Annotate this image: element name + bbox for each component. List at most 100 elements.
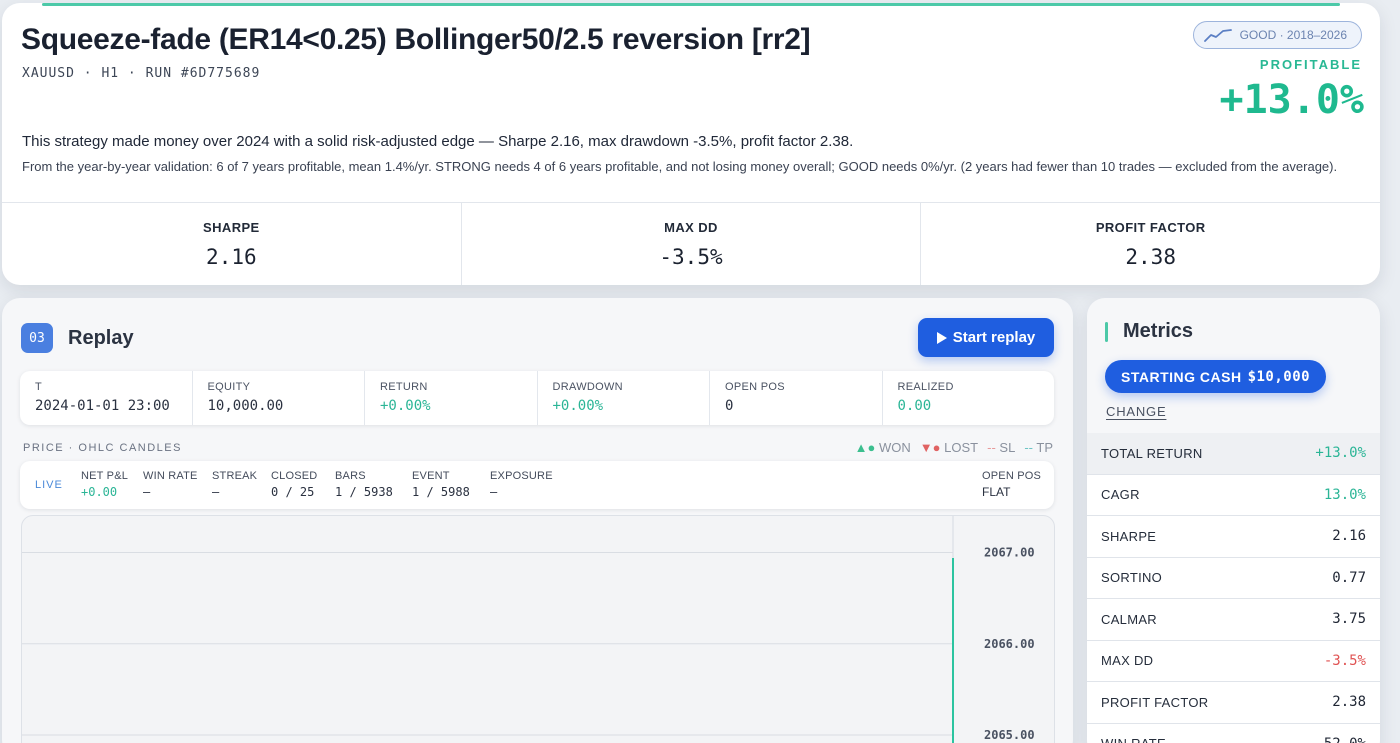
stat-label: T (35, 381, 43, 393)
strategy-summary-text: This strategy made money over 2024 with … (22, 133, 854, 150)
starting-cash-value: $10,000 (1247, 368, 1311, 385)
metric-value: 52.0% (1324, 736, 1366, 743)
y-tick-label: 2067.00 (984, 546, 1035, 560)
stat-label: REALIZED (897, 381, 954, 393)
metrics-table: TOTAL RETURN +13.0% CAGR 13.0% SHARPE 2.16 SOR… (1087, 433, 1380, 743)
stat-value: 10,000.00 (207, 398, 284, 414)
live-value: FLAT (982, 485, 1011, 499)
stat-value: +0.00% (380, 398, 431, 414)
metric-label: PROFIT FACTOR (1101, 694, 1209, 710)
live-bars: BARS 1 / 5938 (335, 470, 393, 499)
live-stats-bar: LIVE NET P&L +0.00 WIN RATE — STREAK — C… (20, 461, 1054, 509)
kpi-label: PROFIT FACTOR (1095, 219, 1206, 235)
metric-value: -3.5% (1323, 652, 1366, 669)
stat-time: T 2024-01-01 23:00 (20, 371, 193, 425)
legend-sl-label: SL (999, 440, 1016, 455)
strategy-summary-card: Squeeze-fade (ER14<0.25) Bollinger50/2.5… (2, 3, 1380, 285)
live-label: WIN RATE (143, 470, 198, 482)
starting-cash-label: STARTING CASH (1121, 368, 1242, 385)
legend-won: ▲● WON (855, 440, 911, 455)
metric-row: SHARPE 2.16 (1087, 516, 1380, 558)
live-value: — (143, 485, 151, 499)
stat-drawdown: DRAWDOWN +0.00% (538, 371, 710, 425)
live-label: STREAK (212, 470, 258, 482)
live-label: NET P&L (81, 470, 129, 482)
live-value: +0.00 (81, 485, 118, 499)
metric-value: 3.75 (1332, 611, 1366, 628)
kpi-label: SHARPE (203, 219, 260, 235)
price-chart[interactable]: 2067.00 2066.00 2065.00 (21, 515, 1055, 743)
kpi-sharpe: SHARPE 2.16 (2, 203, 462, 285)
sl-dash-icon: -- (987, 440, 996, 455)
accent-line (42, 3, 1340, 6)
live-value: 0 / 25 (271, 485, 315, 499)
metric-label: SORTINO (1101, 570, 1163, 586)
y-tick-label: 2065.00 (984, 728, 1035, 742)
change-cash-link[interactable]: CHANGE (1106, 404, 1166, 419)
chart-label: PRICE · OHLC CANDLES (23, 442, 182, 454)
live-label: EXPOSURE (490, 470, 553, 482)
play-icon (936, 331, 947, 344)
profit-status: PROFITABLE (1259, 57, 1362, 72)
stat-value: 0 (725, 398, 734, 414)
live-label: BARS (335, 470, 366, 482)
starting-cash-button[interactable]: STARTING CASH $10,000 (1105, 360, 1327, 393)
metric-value: 0.77 (1332, 569, 1366, 586)
stat-label: DRAWDOWN (552, 381, 623, 393)
metric-row: SORTINO 0.77 (1087, 557, 1380, 599)
metric-label: WIN RATE (1101, 736, 1166, 743)
kpi-label: MAX DD (664, 219, 718, 235)
live-label: CLOSED (271, 470, 318, 482)
live-exposure: EXPOSURE — (490, 470, 553, 499)
tp-dash-icon: -- (1024, 440, 1033, 455)
metric-value: 13.0% (1323, 486, 1366, 503)
stat-label: EQUITY (207, 381, 251, 393)
stat-open-pos: OPEN POS 0 (710, 371, 883, 425)
live-label: OPEN POS (982, 470, 1042, 482)
trend-line-icon (1203, 29, 1232, 42)
price-chart-svg: 2067.00 2066.00 2065.00 (22, 516, 1035, 743)
live-tag: LIVE (35, 479, 63, 491)
metric-row: CALMAR 3.75 (1087, 599, 1380, 641)
live-win-rate: WIN RATE — (143, 470, 198, 499)
live-value: — (490, 485, 498, 499)
rating-badge-label: GOOD · 2018–2026 (1239, 28, 1347, 42)
metrics-panel: Metrics STARTING CASH $10,000 CHANGE TOT… (1087, 298, 1380, 743)
metric-row: MAX DD -3.5% (1087, 640, 1380, 682)
stat-value: 0.00 (897, 398, 932, 414)
live-value: 1 / 5988 (412, 485, 470, 499)
rating-badge: GOOD · 2018–2026 (1192, 21, 1362, 49)
stat-label: RETURN (380, 381, 428, 393)
metric-row: PROFIT FACTOR 2.38 (1087, 682, 1380, 724)
legend-lost: ▼● LOST (920, 440, 978, 455)
metric-row: TOTAL RETURN +13.0% (1087, 433, 1380, 475)
live-value: 1 / 5938 (335, 485, 393, 499)
live-event: EVENT 1 / 5988 (412, 470, 470, 499)
total-return-value: +13.0% (1219, 77, 1365, 123)
live-value: — (212, 485, 220, 499)
metric-row: WIN RATE 52.0% (1087, 723, 1380, 743)
stat-equity: EQUITY 10,000.00 (193, 371, 365, 425)
won-marker-icon: ▲● (854, 440, 876, 455)
metric-row: CAGR 13.0% (1087, 474, 1380, 516)
page-title: Squeeze-fade (ER14<0.25) Bollinger50/2.5… (21, 23, 811, 56)
live-closed: CLOSED 0 / 25 (271, 470, 317, 499)
metric-value: 2.16 (1332, 528, 1366, 545)
accent-bar (1105, 322, 1108, 342)
legend-won-label: WON (879, 440, 911, 455)
start-replay-button[interactable]: Start replay (918, 318, 1054, 357)
validation-text: From the year-by-year validation: 6 of 7… (22, 159, 1338, 174)
metric-label: CAGR (1101, 487, 1140, 503)
run-subtitle: XAUUSD · H1 · RUN #6D775689 (22, 66, 261, 81)
live-open-pos: OPEN POS FLAT (982, 470, 1041, 499)
live-label: EVENT (412, 470, 450, 482)
metric-label: SHARPE (1101, 528, 1157, 544)
lost-marker-icon: ▼● (919, 440, 941, 455)
legend-tp-label: TP (1036, 440, 1053, 455)
legend-sl: -- SL (987, 440, 1015, 455)
replay-stats-bar: T 2024-01-01 23:00 EQUITY 10,000.00 RETU… (20, 371, 1054, 425)
stat-value: 2024-01-01 23:00 (35, 398, 170, 414)
kpi-value: 2.38 (1125, 244, 1176, 269)
metric-label: MAX DD (1101, 653, 1154, 669)
stat-label: OPEN POS (725, 381, 785, 393)
